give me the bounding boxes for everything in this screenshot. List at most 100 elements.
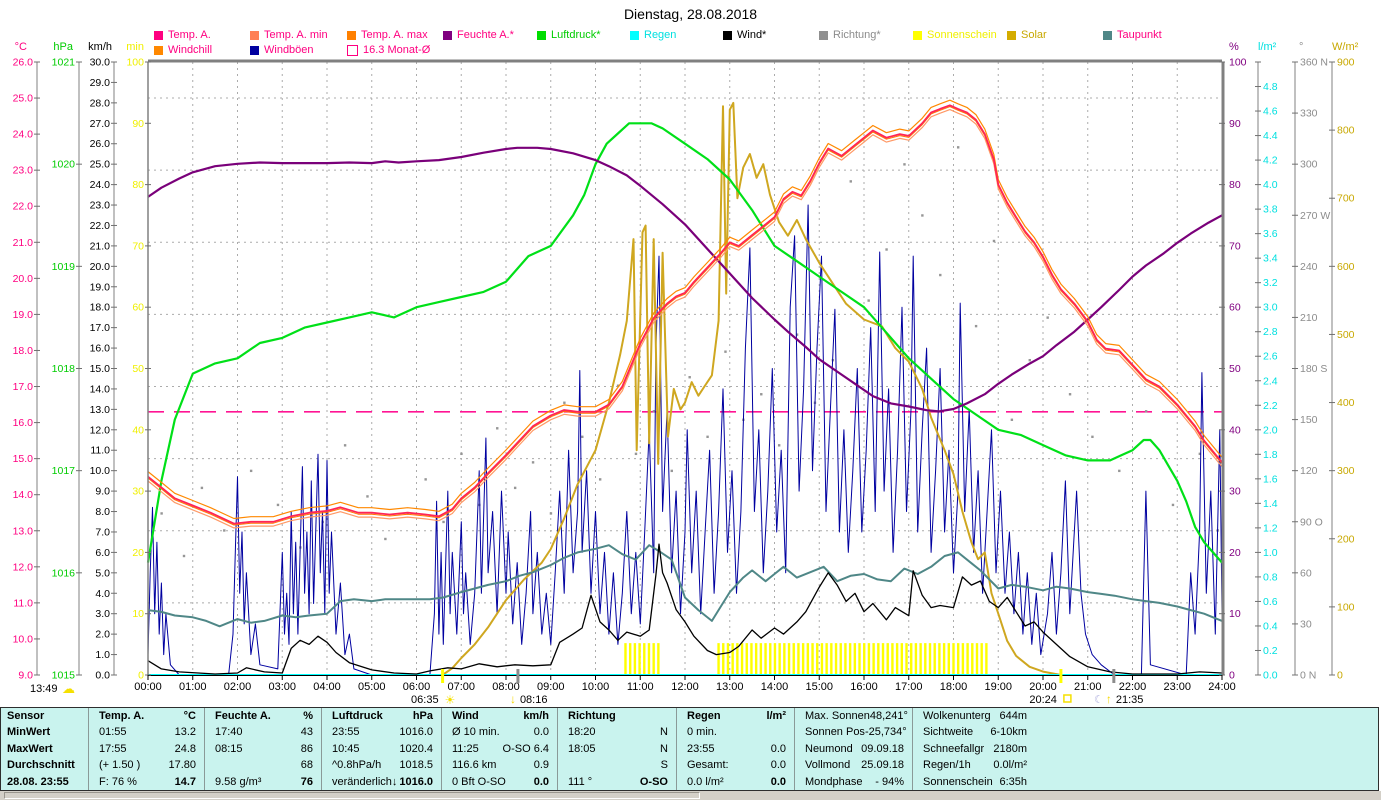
weather-chart[interactable]: °C 9.0 10.0 11.0 12.0 13.0 14.0 15.0 16.0 17.0 18.… [0,0,1381,707]
series-richtung-dot [921,214,924,217]
sunshine-bar [769,643,772,675]
table-row: Vollmond 25.09.18 [805,759,904,772]
table-row: 08:15 86 [215,742,313,755]
axis-tick-label: 90 O [1300,516,1323,528]
axis-tick-label: 300 [1337,465,1355,477]
series-richtung-dot [1046,316,1049,319]
axis-tick-label: 1.0 [1263,547,1278,559]
series-richtung-dot [849,180,852,183]
sunshine-bar [900,643,904,675]
axis-tick-label: 13.0 [90,404,111,416]
series-richtung-dot [634,452,638,456]
table-row: Regen/1h 0.0l/m² [923,759,1027,772]
sunshine-bar [975,643,979,675]
series-richtung-dot [343,444,347,447]
axis-tick-label: 330 [1300,108,1318,120]
sunshine-bar [643,643,646,675]
axis-tick-label: 19.0 [13,309,34,321]
sunshine-bar [745,643,748,675]
axis-tick-label: 60 [132,302,144,314]
axis-unit-sunmin: min [126,41,144,53]
series-richtung-dot [867,299,870,302]
series-richtung-dot [581,435,584,439]
axis-tick-label: 27.0 [90,118,111,130]
axis-tick-label: 5.0 [95,567,110,579]
axis-tick-label: 20 [132,547,144,559]
table-row: ^0.8hPa/h 1018.5 [332,759,433,772]
axis-tick-label: 90 [1229,118,1241,130]
axis-tick-label: 800 [1337,125,1355,137]
axis-tick-label: 2.6 [1263,351,1278,363]
axis-tick-label: 80 [132,179,144,191]
series-richtung-dot [1068,393,1072,396]
x-tick-label: 09:00 [537,681,565,693]
sunshine-bar [877,643,880,675]
axis-tick-label: 22.0 [90,220,111,232]
axis-unit-lm2: l/m² [1258,41,1277,53]
axis-tick-label: 4.2 [1263,155,1278,167]
axis-tick-label: 24.0 [90,179,111,191]
series-richtung-dot [1010,418,1014,421]
table-row: 23:55 1016.0 [332,726,433,739]
series-richtung-dot [1144,410,1148,413]
table-row: 68 [300,759,313,772]
sunshine-bar [919,643,922,675]
axis-tick-label: 0 N [1300,670,1316,682]
axis-tick-label: 6.0 [95,547,110,559]
table-row: veränderlich↓ 1016.0 [332,775,433,788]
axis-tick-label: 0 [138,670,144,682]
series-richtung-dot [1118,469,1121,473]
axis-tick-label: 180 S [1300,363,1327,375]
axis-unit-hpa: hPa [53,41,73,53]
series-richtung-dot [460,452,463,456]
sunshine-bar [928,643,932,675]
sunshine-bar [863,643,866,675]
moonrise-arrow-icon: ↑ [1106,692,1112,706]
axis-tick-label: 29.0 [90,77,111,89]
x-tick-label: 13:00 [716,681,744,693]
x-tick-label: 04:00 [313,681,341,693]
axis-tick-label: 2.0 [1263,424,1278,436]
axis-tick-label: 70 [132,240,144,252]
series-richtung-dot [939,273,942,277]
sunshine-bar [924,643,927,675]
sunshine-bar [731,643,734,675]
axis-tick-label: 1.8 [1263,449,1278,461]
sunshine-bar [759,643,763,675]
sunshine-bar [910,643,913,675]
axis-tick-label: 23.0 [90,200,111,212]
table-row: Mondphase - 94% [805,775,904,788]
x-tick-label: 16:00 [850,681,878,693]
series-richtung-dot [200,486,204,490]
table-row: 01:55 13.2 [99,726,196,739]
axis-tick-label: 700 [1337,193,1355,205]
x-tick-label: 05:00 [358,681,386,693]
series-richtung-dot [760,393,763,396]
axis-tick-label: 14.0 [90,383,111,395]
axis-tick-label: 2.4 [1263,375,1278,387]
x-tick-label: 12:00 [671,681,699,693]
axis-tick-label: 15.0 [90,363,111,375]
sunshine-bar [783,643,786,675]
table-col-richtung: Richtung 18:20 N 18:05 N S 111 ° O-SO [558,708,677,790]
table-row: 111 ° O-SO [568,775,668,788]
x-tick-label: 07:00 [447,681,475,693]
sunshine-bar [891,643,894,675]
x-tick-label: 01:00 [179,681,207,693]
sunshine-bar [764,643,767,675]
axis-tick-label: 400 [1337,397,1355,409]
table-row: Temp. A. °C [99,710,196,722]
axis-tick-label: 30.0 [90,57,111,69]
axis-tick-label: 4.0 [1263,179,1278,191]
axis-tick-label: 3.4 [1263,253,1278,265]
sunshine-bar [985,643,988,675]
axis-tick-label: 18.0 [90,302,111,314]
axis-unit-pct: % [1229,41,1239,53]
sunshine-bar [895,643,899,675]
axis-tick-label: 18.0 [13,345,34,357]
series-richtung-dot [424,478,427,481]
axis-tick-label: 10 [1229,608,1241,620]
sunshine-bar [740,643,744,675]
sunshine-bar [633,643,637,675]
axis-tick-label: 16.0 [90,343,111,355]
